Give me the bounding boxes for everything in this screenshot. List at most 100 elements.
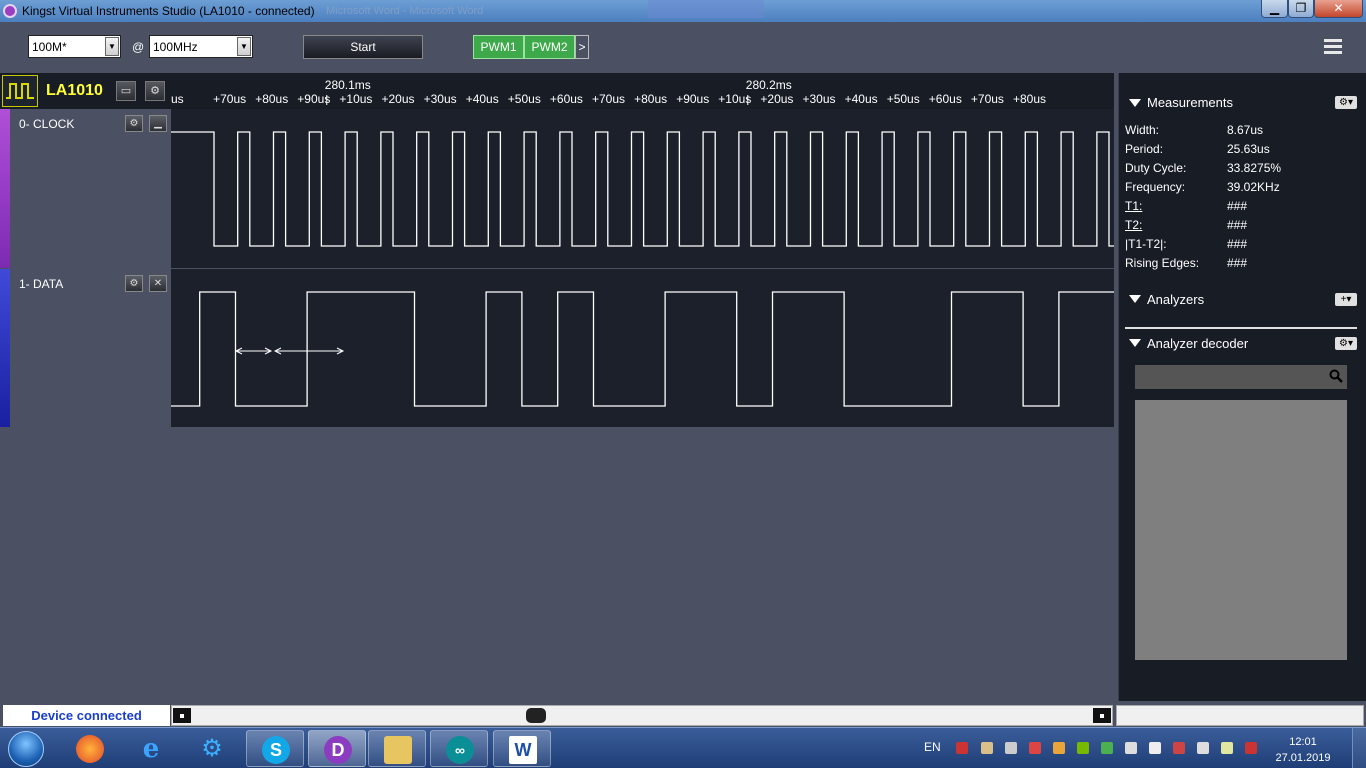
- scroll-left-button[interactable]: [173, 708, 191, 723]
- taskbar-file-explorer[interactable]: [368, 730, 426, 767]
- status-right-area: [1116, 705, 1364, 726]
- measurement-value: 25.63us: [1227, 142, 1270, 156]
- tray-device-icon[interactable]: [1005, 742, 1017, 754]
- tray-security-icon[interactable]: [1029, 742, 1041, 754]
- tick-label: +50us: [508, 92, 541, 106]
- tray-usb-icon[interactable]: [981, 742, 993, 754]
- tick-label: +70us: [971, 92, 1004, 106]
- tray-printer-icon[interactable]: [1125, 742, 1137, 754]
- windows-start-button[interactable]: [8, 731, 44, 767]
- major-tick-label: 280.1ms: [325, 78, 371, 92]
- channel-label: 0- CLOCK: [19, 117, 75, 131]
- show-desktop-button[interactable]: [1352, 728, 1366, 768]
- tick-label: +10us: [718, 92, 751, 106]
- collapse-triangle-icon[interactable]: [1129, 99, 1141, 107]
- waveform-clock[interactable]: [171, 109, 1146, 268]
- tick-label: +80us: [1013, 92, 1046, 106]
- at-label: @: [132, 40, 145, 54]
- sample-depth-select[interactable]: 100M* ▼: [28, 35, 121, 58]
- channel-minimize-button[interactable]: ▁: [149, 115, 167, 132]
- channel-settings-gear-icon[interactable]: ⚙: [125, 275, 143, 292]
- scroll-right-button[interactable]: [1093, 708, 1111, 723]
- channel-label: 1- DATA: [19, 277, 64, 291]
- device-settings-gear-icon[interactable]: ⚙: [145, 81, 165, 101]
- collapse-triangle-icon[interactable]: [1129, 339, 1141, 347]
- tray-connection-icon[interactable]: [1245, 742, 1257, 754]
- minimize-button[interactable]: ▁: [1261, 0, 1288, 18]
- firefox-icon: [76, 735, 104, 763]
- gear-icon: ⚙: [201, 735, 223, 762]
- chevron-down-icon[interactable]: ▼: [105, 37, 119, 56]
- measurement-label: Duty Cycle:: [1125, 161, 1187, 175]
- timeline-ruler[interactable]: us +70us +80us +90us +10us +20us +30us +40us +50…: [171, 73, 1114, 109]
- taskbar-clock[interactable]: 12:01 27.01.2019: [1270, 734, 1336, 766]
- device-name: LA1010: [46, 82, 103, 99]
- kingst-app-icon: D: [324, 736, 352, 764]
- channel-settings-gear-icon[interactable]: ⚙: [125, 115, 143, 132]
- tick-label: +80us: [255, 92, 288, 106]
- decoder-results-list[interactable]: [1135, 400, 1347, 660]
- device-info-button[interactable]: ▭: [116, 81, 136, 101]
- maximize-button[interactable]: ❐: [1288, 0, 1314, 18]
- right-panel: Measurements ⚙▾ Width: 8.67us Period: 25…: [1118, 73, 1366, 701]
- clock-time: 12:01: [1289, 736, 1317, 748]
- background-window-title: Microsoft Word - Microsoft Word: [326, 5, 484, 17]
- measurements-settings-gear-icon[interactable]: ⚙▾: [1335, 96, 1357, 109]
- tick-label: +30us: [424, 92, 457, 106]
- tray-app-icon[interactable]: [1221, 742, 1233, 754]
- measurement-label-t1[interactable]: T1:: [1125, 199, 1142, 213]
- app-icon: [3, 4, 17, 18]
- measurement-label-t2[interactable]: T2:: [1125, 218, 1142, 232]
- taskbar-settings-app[interactable]: ⚙: [183, 730, 241, 767]
- horizontal-scrollbar[interactable]: [171, 705, 1113, 726]
- taskbar-skype[interactable]: S: [246, 730, 304, 767]
- waveform-data[interactable]: [171, 269, 1114, 427]
- clock-date: 27.01.2019: [1275, 752, 1331, 764]
- close-button[interactable]: ✕: [1314, 0, 1363, 18]
- tray-nvidia-icon[interactable]: [1077, 742, 1089, 754]
- start-button[interactable]: Start: [303, 35, 423, 59]
- decoder-settings-gear-icon[interactable]: ⚙▾: [1335, 337, 1357, 350]
- clock-signal-trace: [171, 131, 1146, 247]
- tick-label: +90us: [297, 92, 330, 106]
- tray-network-icon[interactable]: [956, 742, 968, 754]
- word-icon: W: [509, 736, 537, 764]
- tray-flag-icon[interactable]: [1149, 742, 1161, 754]
- taskbar-word[interactable]: W: [493, 730, 551, 767]
- tick-label: +60us: [929, 92, 962, 106]
- channel-remove-button[interactable]: ✕: [149, 275, 167, 292]
- measurement-label: Width:: [1125, 123, 1160, 137]
- channel-label-area[interactable]: 1- DATA ⚙ ✕: [10, 269, 171, 427]
- chevron-down-icon[interactable]: ▼: [237, 37, 251, 56]
- sample-rate-value: 100MHz: [153, 40, 198, 54]
- tray-action-center-icon[interactable]: [1173, 742, 1185, 754]
- taskbar-kingst-studio[interactable]: D: [308, 730, 366, 767]
- sample-rate-select[interactable]: 100MHz ▼: [149, 35, 253, 58]
- language-indicator[interactable]: EN: [924, 740, 941, 754]
- tick-label: +50us: [887, 92, 920, 106]
- search-icon[interactable]: [1329, 369, 1343, 383]
- pwm1-button[interactable]: PWM1: [473, 35, 524, 59]
- connection-status: Device connected: [3, 705, 170, 726]
- divider: [1125, 327, 1357, 329]
- hamburger-menu-icon[interactable]: [1324, 39, 1342, 55]
- taskbar-internet-explorer[interactable]: e: [122, 730, 180, 767]
- taskbar-firefox[interactable]: [61, 730, 119, 767]
- add-analyzer-button[interactable]: +▾: [1335, 293, 1357, 306]
- collapse-triangle-icon[interactable]: [1129, 295, 1141, 303]
- channel-label-area[interactable]: 0- CLOCK ⚙ ▁: [10, 109, 171, 268]
- decoder-search-input[interactable]: [1135, 365, 1347, 389]
- tray-volume-icon[interactable]: [1197, 742, 1209, 754]
- measurement-label: Frequency:: [1125, 180, 1186, 194]
- scroll-thumb[interactable]: [526, 708, 546, 723]
- pwm2-button[interactable]: PWM2: [524, 35, 575, 59]
- tick-label: +20us: [382, 92, 415, 106]
- tray-update-icon[interactable]: [1101, 742, 1113, 754]
- skype-icon: S: [262, 736, 290, 764]
- tick-label: +90us: [676, 92, 709, 106]
- taskbar-arduino[interactable]: ∞: [430, 730, 488, 767]
- arduino-icon: ∞: [446, 736, 474, 764]
- measurement-value: ###: [1227, 218, 1248, 232]
- more-pwm-button[interactable]: >: [575, 35, 589, 59]
- tray-package-icon[interactable]: [1053, 742, 1065, 754]
